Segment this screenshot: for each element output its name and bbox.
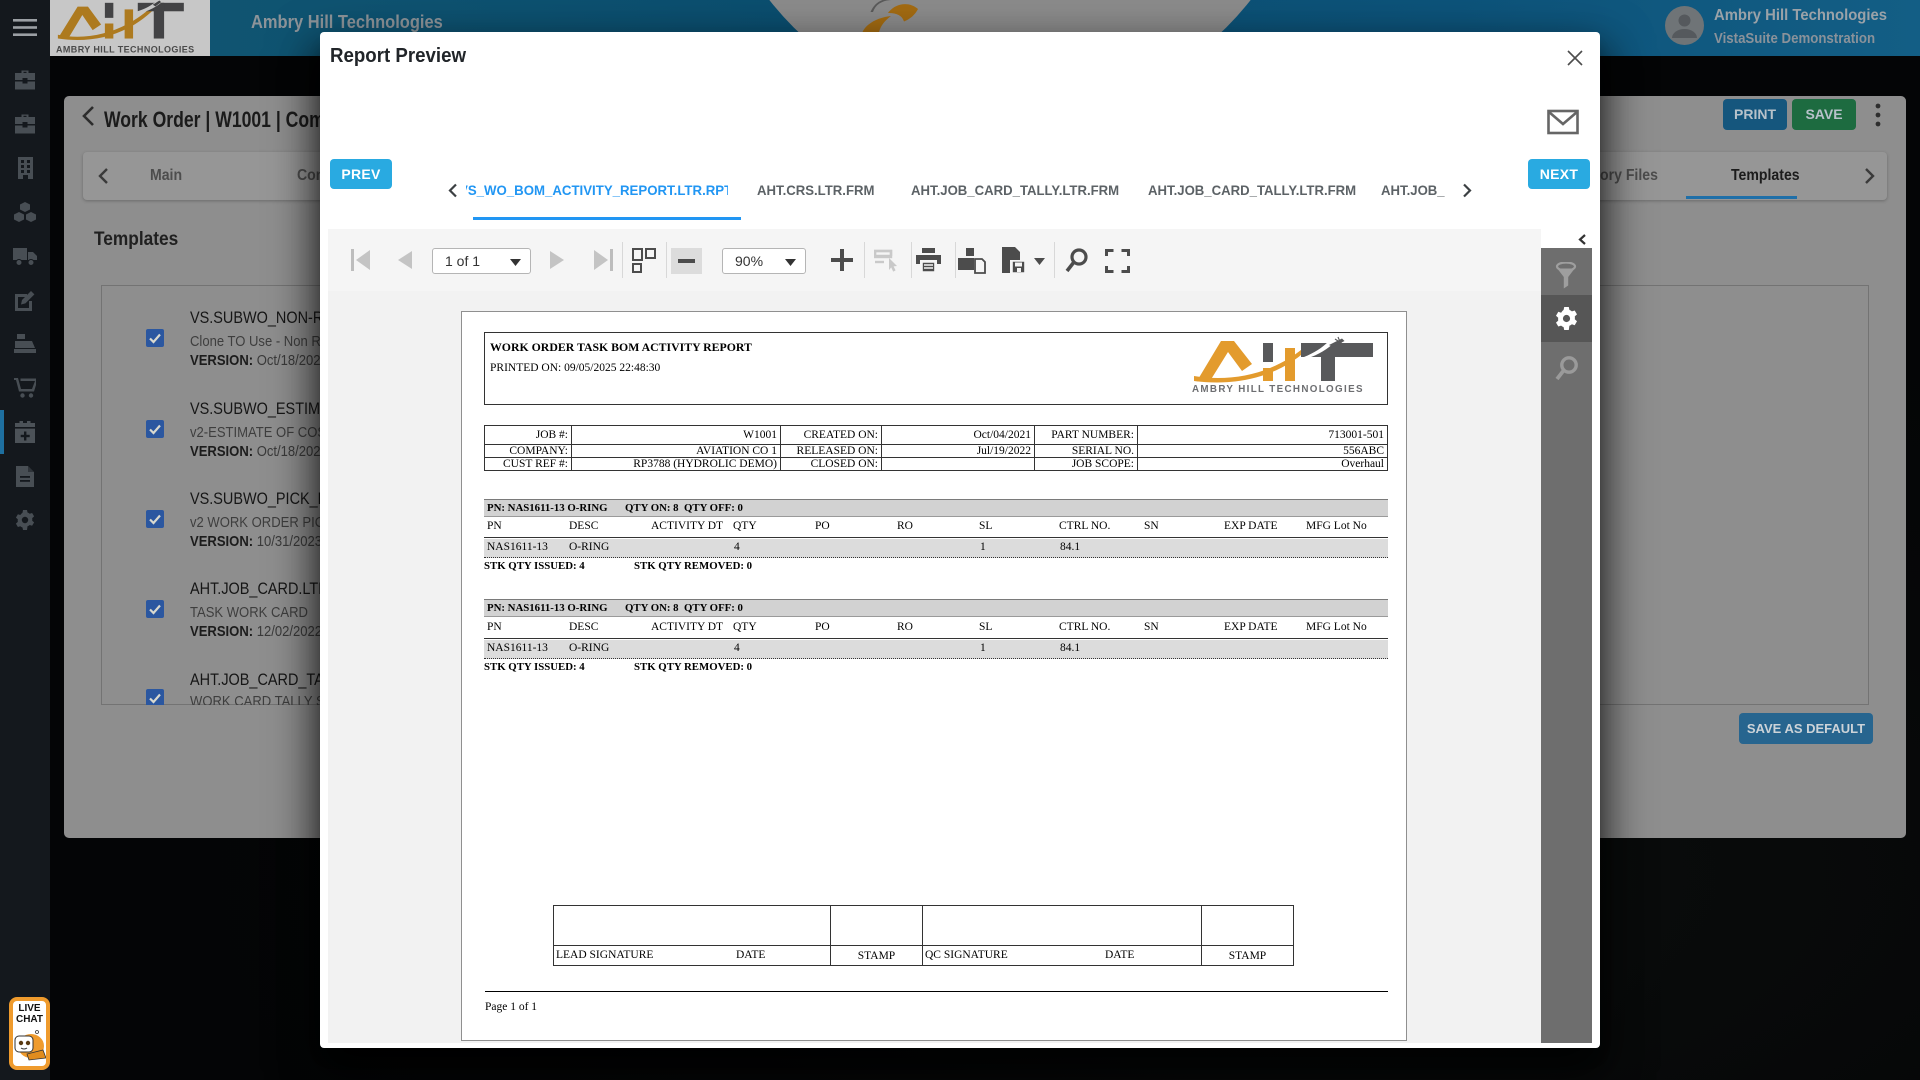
svg-text:AMBRY HILL TECHNOLOGIES: AMBRY HILL TECHNOLOGIES [1192,384,1364,395]
svg-text:AMBRY HILL TECHNOLOGIES: AMBRY HILL TECHNOLOGIES [56,45,195,55]
